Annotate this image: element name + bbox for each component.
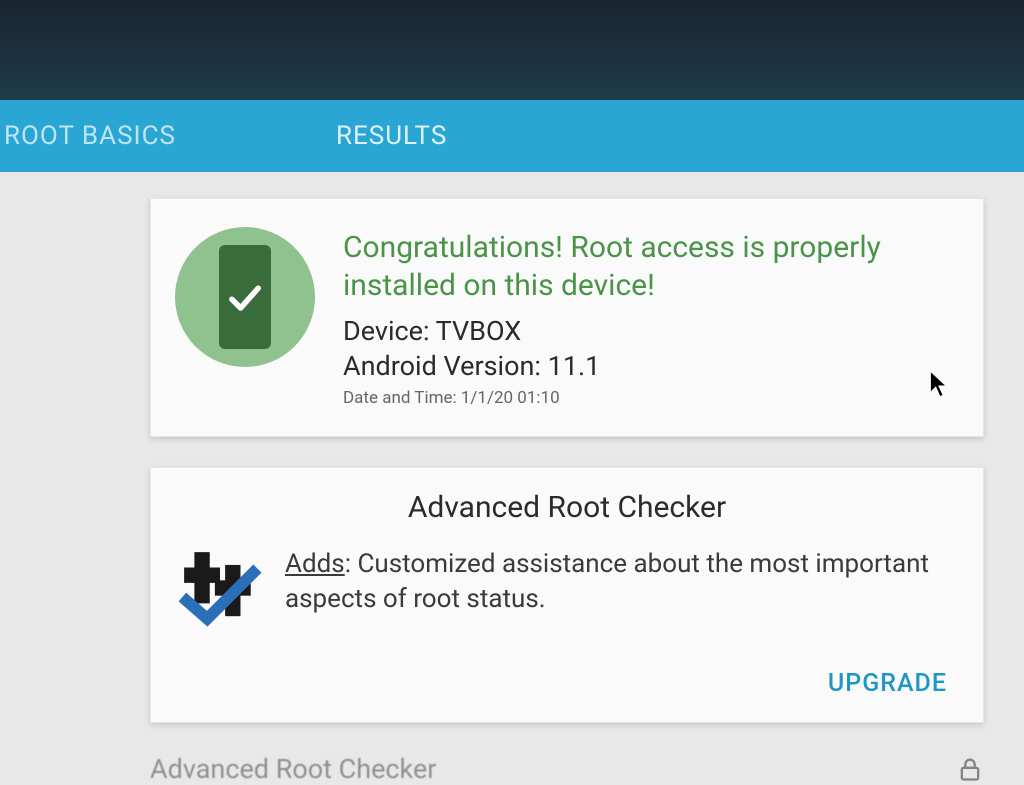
tab-results[interactable]: RESULTS — [296, 101, 487, 171]
device-value: TVBOX — [436, 315, 522, 347]
advanced-description: Adds: Customized assistance about the mo… — [285, 547, 955, 617]
android-version-label: Android Version: — [343, 350, 541, 382]
upgrade-row: UPGRADE — [179, 663, 955, 704]
datetime-line: Date and Time: 1/1/20 01:10 — [343, 388, 955, 408]
advanced-card-body: Adds: Customized assistance about the mo… — [179, 547, 955, 629]
lock-icon — [956, 755, 984, 783]
status-text-block: Congratulations! Root access is properly… — [343, 227, 955, 408]
content-area: Congratulations! Root access is properly… — [0, 172, 1024, 723]
supersu-icon — [179, 547, 261, 629]
next-card-peek: Advanced Root Checker — [0, 753, 1024, 785]
advanced-card-title: Advanced Root Checker — [179, 490, 955, 525]
status-headline: Congratulations! Root access is properly… — [343, 229, 955, 304]
datetime-label: Date and Time: — [343, 388, 457, 408]
android-version-value: 11.1 — [548, 350, 601, 382]
device-label: Device: — [343, 315, 430, 347]
app-header-dark — [0, 0, 1024, 100]
advanced-description-text: : Customized assistance about the most i… — [285, 549, 929, 614]
checkmark-icon — [223, 275, 267, 319]
peek-title: Advanced Root Checker — [150, 753, 436, 785]
tab-root-basics[interactable]: ROOT BASICS — [4, 101, 216, 171]
android-version-line: Android Version: 11.1 — [343, 349, 955, 384]
datetime-value: 1/1/20 01:10 — [461, 388, 560, 408]
phone-icon — [219, 245, 271, 349]
advanced-root-checker-card: Advanced Root Checker Adds: Customized a… — [150, 467, 984, 723]
status-success-icon — [175, 227, 315, 367]
adds-label: Adds — [285, 549, 345, 579]
device-line: Device: TVBOX — [343, 314, 955, 349]
upgrade-button[interactable]: UPGRADE — [820, 663, 955, 704]
tab-bar: ROOT BASICS RESULTS — [0, 100, 1024, 172]
root-status-card: Congratulations! Root access is properly… — [150, 198, 984, 437]
